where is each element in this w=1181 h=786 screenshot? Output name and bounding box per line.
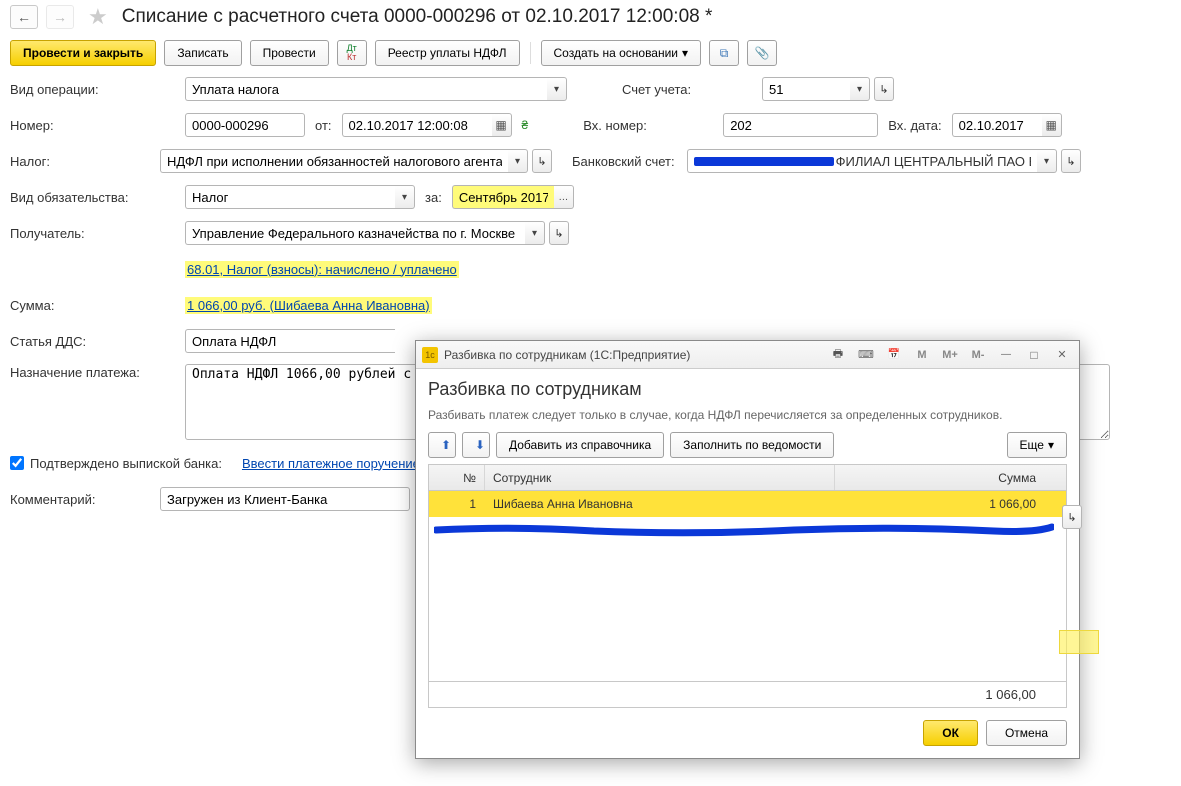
more-label: Еще — [1020, 438, 1044, 452]
in-date-calendar-icon[interactable] — [1042, 113, 1062, 137]
table-row[interactable]: 1 Шибаева Анна Ивановна 1 066,00 — [429, 491, 1066, 517]
chevron-down-icon: ▾ — [1048, 438, 1054, 452]
nav-back-button[interactable]: ← — [10, 5, 38, 29]
close-button[interactable] — [1051, 345, 1073, 365]
table-body[interactable]: 1 Шибаева Анна Ивановна 1 066,00 — [429, 491, 1066, 681]
comment-label: Комментарий: — [10, 492, 160, 507]
dialog-heading: Разбивка по сотрудникам — [428, 379, 1067, 400]
period-input[interactable] — [452, 185, 554, 209]
row-employee: Шибаева Анна Ивановна — [485, 491, 835, 517]
minimize-button[interactable] — [995, 345, 1017, 365]
number-input[interactable] — [185, 113, 305, 137]
account-input[interactable] — [762, 77, 850, 101]
period-picker-button[interactable]: … — [554, 185, 574, 209]
memory-mplus-button[interactable]: M+ — [939, 345, 961, 365]
op-type-label: Вид операции: — [10, 82, 185, 97]
col-sum-header[interactable]: Сумма — [835, 465, 1066, 490]
liability-label: Вид обязательства: — [10, 190, 185, 205]
print-icon[interactable] — [827, 345, 849, 365]
dialog-titlebar-text: Разбивка по сотрудникам (1С:Предприятие) — [444, 348, 821, 362]
post-and-close-button[interactable]: Провести и закрыть — [10, 40, 156, 66]
row-num: 1 — [429, 491, 485, 517]
dds-label: Статья ДДС: — [10, 334, 185, 349]
liability-input[interactable] — [185, 185, 395, 209]
calendar-tool-icon[interactable] — [883, 345, 905, 365]
page-title: Списание с расчетного счета 0000-000296 … — [122, 6, 713, 28]
memory-m-button[interactable]: M — [911, 345, 933, 365]
payee-open-button[interactable]: ↳ — [549, 221, 569, 245]
row-open-button[interactable]: ↳ — [1062, 505, 1082, 529]
employees-table: № Сотрудник Сумма 1 Шибаева Анна Ивановн… — [428, 464, 1067, 708]
cancel-button[interactable]: Отмена — [986, 720, 1067, 746]
employees-breakdown-dialog: 1c Разбивка по сотрудникам (1С:Предприят… — [415, 340, 1080, 759]
memory-mminus-button[interactable]: M- — [967, 345, 989, 365]
in-date-input[interactable] — [952, 113, 1042, 137]
dds-input[interactable] — [185, 329, 395, 353]
more-button[interactable]: Еще ▾ — [1007, 432, 1067, 458]
dialog-hint: Разбивать платеж следует только в случае… — [428, 408, 1067, 422]
bank-acc-text: ФИЛИАЛ ЦЕНТРАЛЬНЫЙ ПАО БА — [836, 154, 1031, 169]
op-type-input[interactable] — [185, 77, 547, 101]
payee-label: Получатель: — [10, 226, 185, 241]
ok-button[interactable]: ОК — [923, 720, 978, 746]
ndfl-registry-button[interactable]: Реестр уплаты НДФЛ — [375, 40, 520, 66]
bank-acc-dropdown[interactable]: ▾ — [1037, 149, 1057, 173]
hand-drawn-annotation — [434, 523, 1054, 537]
nav-forward-button[interactable]: → — [46, 5, 74, 29]
account-6801-link[interactable]: 68.01, Налог (взносы): начислено / уплач… — [185, 261, 459, 278]
payee-dropdown[interactable]: ▾ — [525, 221, 545, 245]
op-type-dropdown[interactable]: ▾ — [547, 77, 567, 101]
row-sum: 1 066,00 — [835, 491, 1066, 517]
maximize-button[interactable]: □ — [1023, 345, 1045, 365]
external-highlight — [1059, 630, 1099, 654]
redacted-bank-number — [694, 157, 834, 166]
favorite-icon[interactable]: ★ — [88, 4, 108, 30]
date-label: от: — [315, 118, 332, 133]
payee-input[interactable] — [185, 221, 525, 245]
date-input[interactable] — [342, 113, 492, 137]
account-open-button[interactable]: ↳ — [874, 77, 894, 101]
period-label: за: — [425, 190, 442, 205]
in-date-label: Вх. дата: — [888, 118, 941, 133]
table-total: 1 066,00 — [835, 682, 1066, 707]
money-icon[interactable]: ₴ — [522, 118, 529, 132]
fill-from-sheet-button[interactable]: Заполнить по ведомости — [670, 432, 834, 458]
move-up-button[interactable]: ⬆ — [428, 432, 456, 458]
post-button[interactable]: Провести — [250, 40, 329, 66]
bank-acc-input[interactable]: ФИЛИАЛ ЦЕНТРАЛЬНЫЙ ПАО БА — [687, 149, 1037, 173]
calendar-icon[interactable] — [492, 113, 512, 137]
col-employee-header[interactable]: Сотрудник — [485, 465, 835, 490]
attachments-button[interactable]: 📎 — [747, 40, 777, 66]
app-icon: 1c — [422, 347, 438, 363]
liability-dropdown[interactable]: ▾ — [395, 185, 415, 209]
enter-payment-link[interactable]: Ввести платежное поручение — [242, 456, 420, 471]
tax-dropdown[interactable]: ▾ — [508, 149, 528, 173]
confirmed-label: Подтверждено выпиской банка: — [30, 456, 222, 471]
save-button[interactable]: Записать — [164, 40, 241, 66]
move-down-button[interactable]: ⬇ — [462, 432, 490, 458]
purpose-label: Назначение платежа: — [10, 364, 185, 382]
number-label: Номер: — [10, 118, 185, 133]
in-number-input[interactable] — [723, 113, 878, 137]
bank-acc-open-button[interactable]: ↳ — [1061, 149, 1081, 173]
bank-acc-label: Банковский счет: — [572, 154, 687, 169]
create-based-on-button[interactable]: Создать на основании ▾ — [541, 40, 702, 66]
add-from-reference-button[interactable]: Добавить из справочника — [496, 432, 664, 458]
sum-label: Сумма: — [10, 298, 185, 313]
tax-label: Налог: — [10, 154, 160, 169]
col-num-header[interactable]: № — [429, 465, 485, 490]
in-number-label: Вх. номер: — [583, 118, 723, 133]
tax-input[interactable] — [160, 149, 508, 173]
sum-link[interactable]: 1 066,00 руб. (Шибаева Анна Ивановна) — [185, 297, 432, 314]
dt-kt-button[interactable]: ДтКт — [337, 40, 367, 66]
account-label: Счет учета: — [622, 82, 762, 97]
tax-open-button[interactable]: ↳ — [532, 149, 552, 173]
chevron-down-icon: ▾ — [682, 46, 688, 60]
related-docs-button[interactable]: ⧉ — [709, 40, 739, 66]
confirmed-checkbox[interactable] — [10, 456, 24, 470]
account-dropdown[interactable]: ▾ — [850, 77, 870, 101]
create-based-label: Создать на основании — [554, 46, 679, 60]
comment-input[interactable] — [160, 487, 410, 511]
calculator-icon[interactable] — [855, 345, 877, 365]
